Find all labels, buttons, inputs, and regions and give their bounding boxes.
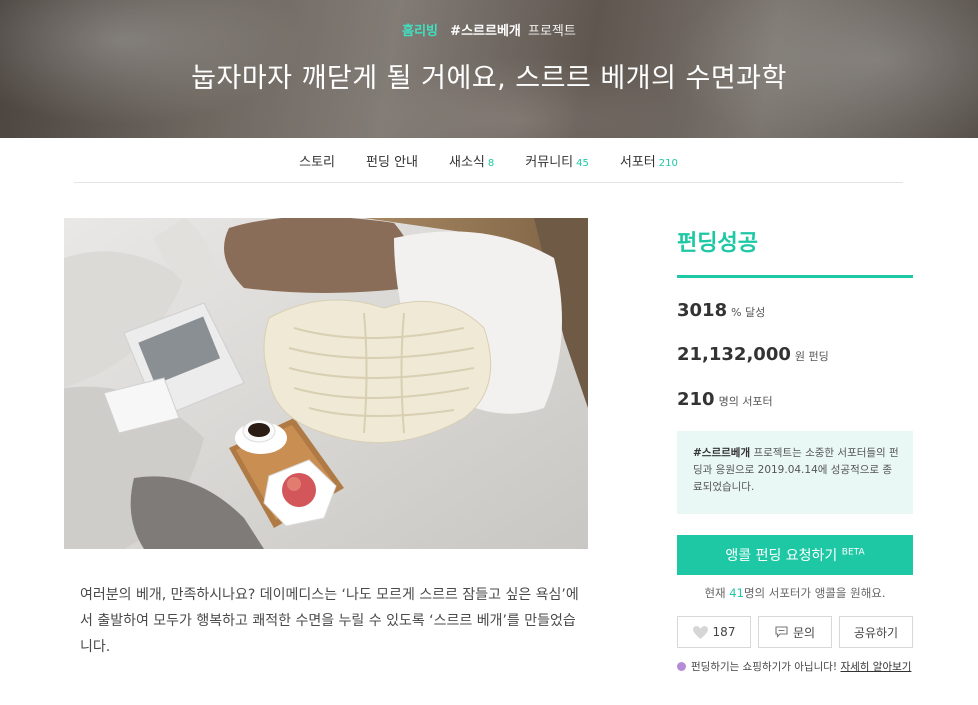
amount-value: 21,132,000 [677,344,791,365]
story-intro: 여러분의 베개, 만족하시나요? 데이메디스는 ‘나도 모르게 스르르 잠들고 … [80,587,579,655]
success-notice: #스르르베개 프로젝트는 소중한 서포터들의 펀딩과 응원으로 2019.04.… [677,431,913,514]
page-title: 눕자마자 깨닫게 될 거에요, 스르르 베개의 수면과학 [191,63,787,94]
encore-suffix: 명의 서포터가 앵콜을 원해요. [743,586,886,600]
tab-count: 8 [487,157,495,169]
hero-tags: 홈리빙 #스르르베개 프로젝트 [0,20,978,39]
encore-count: 41 [729,586,744,600]
tab-news[interactable]: 새소식 8 [449,151,494,170]
funding-disclaimer: 펀딩하기는 쇼핑하기가 아닙니다! 자세히 알아보기 [677,659,913,675]
stat-percent: 3018% 달성 [677,300,765,321]
percent-unit: % 달성 [731,306,766,319]
disclaimer-text: 펀딩하기는 쇼핑하기가 아닙니다! [691,661,838,673]
tab-label: 커뮤니티 [525,154,574,170]
encore-request-button[interactable]: 앵콜 펀딩 요청하기 BETA [677,535,913,575]
like-button[interactable]: 187 [677,616,751,648]
like-count: 187 [712,625,736,639]
percent-value: 3018 [677,300,728,321]
tab-label: 스토리 [299,154,336,170]
tab-community[interactable]: 커뮤니티 45 [525,151,589,170]
beta-badge: BETA [841,547,865,558]
tab-funding-info[interactable]: 펀딩 안내 [366,151,418,170]
tab-label: 펀딩 안내 [366,154,419,170]
progress-bar [677,275,913,278]
share-label: 공유하기 [853,625,899,640]
chat-icon [775,626,788,638]
inquiry-button[interactable]: 문의 [758,616,832,648]
supporters-unit: 명의 서포터 [718,395,773,408]
encore-prefix: 현재 [704,586,726,600]
tab-label: 서포터 [619,154,656,170]
stat-amount: 21,132,000 원 펀딩 [677,344,829,365]
funding-sidebar: 펀딩성공 3018% 달성 21,132,000 원 펀딩 210 명의 서포터 #… [677,218,913,673]
info-dot-icon [677,662,686,671]
project-word: 프로젝트 [528,24,576,39]
inquiry-label: 문의 [792,625,816,640]
learn-more-link[interactable]: 자세히 알아보기 [840,661,911,673]
supporters-value: 210 [677,389,715,410]
action-buttons: 187 문의 공유하기 [677,616,913,648]
notice-hashtag: #스르르베개 [693,447,751,459]
amount-unit: 원 펀딩 [794,350,829,363]
pillow-bed-illustration [64,218,588,549]
share-button[interactable]: 공유하기 [839,616,913,648]
tab-count: 45 [576,157,589,169]
encore-label: 앵콜 펀딩 요청하기 [725,548,838,564]
project-nav: 스토리 펀딩 안내 새소식 8 커뮤니티 45 서포터 210 [0,138,978,183]
project-hashtag[interactable]: #스르르베개 [450,24,521,39]
tab-count: 210 [658,157,678,169]
heart-icon [692,625,708,639]
tab-story[interactable]: 스토리 [299,151,335,170]
tab-supporters[interactable]: 서포터 210 [620,151,678,170]
hero-banner: 홈리빙 #스르르베개 프로젝트 눕자마자 깨닫게 될 거에요, 스르르 베개의 … [0,0,978,138]
encore-count-note: 현재 41명의 서포터가 앵콜을 원해요. [677,585,913,601]
funding-status: 펀딩성공 [677,231,758,256]
tab-label: 새소식 [449,154,485,170]
category-link[interactable]: 홈리빙 [402,24,438,39]
stat-supporters: 210 명의 서포터 [677,389,773,410]
project-main-image [64,218,588,549]
